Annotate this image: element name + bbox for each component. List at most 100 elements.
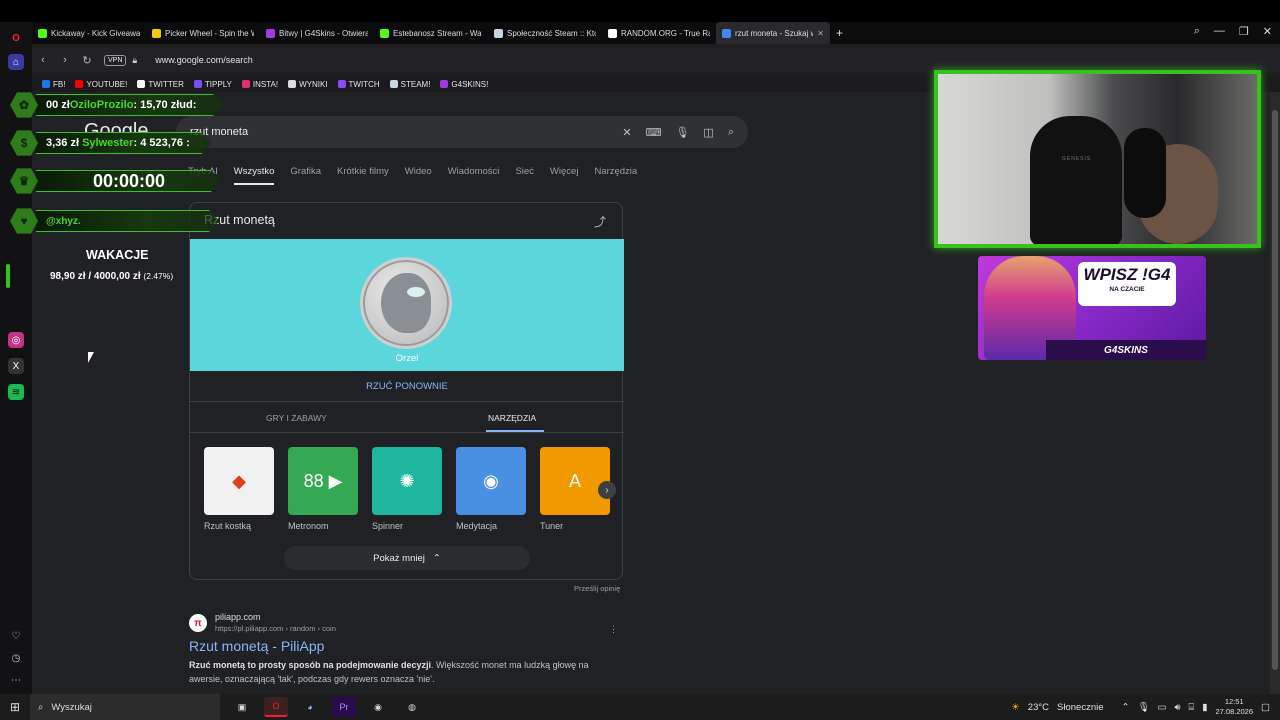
chair-brand: GENESIS xyxy=(1062,156,1092,162)
heart-icon[interactable]: ♡ xyxy=(8,628,24,644)
browser-tab[interactable]: RANDOM.ORG - True Ran xyxy=(602,22,716,44)
spinner-icon[interactable]: ✺ xyxy=(372,447,442,515)
new-tab-icon[interactable]: + xyxy=(836,26,843,40)
spotify-icon[interactable]: ≋ xyxy=(8,384,24,400)
notification-icon[interactable]: ▢ xyxy=(1261,702,1270,713)
microphone-icon[interactable]: 🎙︎ xyxy=(675,126,689,139)
tool-label[interactable]: Medytacja xyxy=(456,521,526,531)
coin-icon[interactable] xyxy=(360,257,452,349)
search-tab[interactable]: Narzędzia xyxy=(594,166,637,185)
network-icon[interactable]: ⌸ xyxy=(1189,702,1195,713)
instagram-icon[interactable]: ◎ xyxy=(8,332,24,348)
search-tab[interactable]: Sieć xyxy=(515,166,533,185)
show-less-button[interactable]: Pokaż mniej ⌃ xyxy=(284,546,530,570)
search-tab[interactable]: Więcej xyxy=(550,166,579,185)
clear-icon[interactable]: ✕ xyxy=(622,126,631,139)
chevron-up-icon[interactable]: ⌃ xyxy=(1122,702,1130,713)
feedback-link[interactable]: Prześlij opinię xyxy=(574,584,620,593)
meditation-icon[interactable]: ◉ xyxy=(456,447,526,515)
result-url[interactable]: https://pl.piliapp.com › random › coin xyxy=(215,624,336,633)
browser-tab[interactable]: Kickaway - Kick Giveaway xyxy=(32,22,146,44)
metronome-icon[interactable]: 88 ▶ xyxy=(288,447,358,515)
piliapp-favicon-icon[interactable]: π xyxy=(189,614,207,632)
battery-icon[interactable]: ▮ xyxy=(1202,702,1207,713)
search-input[interactable]: rzut moneta ✕ ⌨ 🎙︎ ◫ ⌕ xyxy=(176,116,748,148)
bookmark-item[interactable]: G4SKINS! xyxy=(440,80,488,89)
tab-games[interactable]: GRY I ZABAWY xyxy=(266,413,327,423)
usb-icon[interactable]: ▭ xyxy=(1158,702,1167,713)
search-tab[interactable]: Wiadomości xyxy=(448,166,500,185)
bookmark-item[interactable]: TWITCH xyxy=(337,80,380,89)
browser-tab[interactable]: rzut moneta - Szukaj w Go ✕ xyxy=(716,22,830,44)
x-twitter-icon[interactable]: X xyxy=(8,358,24,374)
back-icon[interactable]: ‹ xyxy=(32,54,54,66)
tool-item[interactable]: ◉ Medytacja xyxy=(456,447,526,531)
discord-icon[interactable]: ◕ xyxy=(298,697,322,717)
steam-icon[interactable]: ◉ xyxy=(366,697,390,717)
restore-icon[interactable]: ❐ xyxy=(1239,25,1249,38)
search-icon[interactable]: ⌕ xyxy=(728,126,734,139)
bookmark-item[interactable]: TIPPLY xyxy=(193,80,232,89)
history-icon[interactable]: ◷ xyxy=(8,650,24,666)
tuner-icon[interactable]: A xyxy=(540,447,610,515)
more-icon[interactable]: ⋯ xyxy=(8,672,24,688)
rethrow-button[interactable]: RZUĆ PONOWNIE xyxy=(190,381,624,392)
volume-icon[interactable]: 🔊︎ xyxy=(1175,702,1181,713)
bookmark-label: WYNIKI xyxy=(299,79,328,89)
lens-icon[interactable]: ◫ xyxy=(703,126,713,139)
search-tab[interactable]: Wszystko xyxy=(233,166,275,185)
tab-tools[interactable]: NARZĘDZIA xyxy=(488,413,536,423)
reload-icon[interactable]: ↻ xyxy=(76,54,98,67)
clock[interactable]: 12:51 27.08.2026 xyxy=(1215,697,1253,717)
lock-icon[interactable]: 🔒︎ xyxy=(132,55,137,66)
premiere-icon[interactable]: Pr xyxy=(332,697,356,717)
bookmark-item[interactable]: FB! xyxy=(42,80,65,89)
opera-logo-icon[interactable]: O xyxy=(8,30,24,46)
vpn-badge[interactable]: VPN xyxy=(104,54,127,66)
forward-icon[interactable]: › xyxy=(54,54,76,66)
weather-desc[interactable]: Słonecznie xyxy=(1057,702,1103,713)
search-tab[interactable]: Wideo xyxy=(405,166,432,185)
task-view-icon[interactable]: ▣ xyxy=(230,697,254,717)
bookmark-item[interactable]: STEAM! xyxy=(389,80,430,89)
result-site[interactable]: piliapp.com xyxy=(215,612,261,622)
windows-start-icon[interactable]: ⊞ xyxy=(0,700,30,714)
weather-temp[interactable]: 23°C xyxy=(1028,702,1049,713)
keyboard-icon[interactable]: ⌨ xyxy=(646,126,662,139)
tool-item[interactable]: 88 ▶ Metronom xyxy=(288,447,358,531)
coin-panel[interactable]: Orzeł xyxy=(190,239,624,371)
result-title[interactable]: Rzut monetą - PiliApp xyxy=(189,638,324,654)
browser-tab[interactable]: Estebanosz Stream - Watc xyxy=(374,22,488,44)
bookmark-item[interactable]: WYNIKI xyxy=(288,79,328,89)
taskbar-search[interactable]: ⌕ Wyszukaj xyxy=(30,694,220,720)
browser-tab[interactable]: Bitwy | G4Skins - Otwieraj xyxy=(260,22,374,44)
search-tabs-icon[interactable]: ⌕ xyxy=(1194,25,1200,38)
tool-label[interactable]: Rzut kostką xyxy=(204,521,274,531)
opera-taskbar-icon[interactable]: O xyxy=(264,697,288,717)
microphone-icon[interactable]: 🎙︎ xyxy=(1137,702,1149,713)
close-window-icon[interactable]: ✕ xyxy=(1263,25,1272,38)
tool-item[interactable]: ◆ Rzut kostką xyxy=(204,447,274,531)
dice-icon[interactable]: ◆ xyxy=(204,447,274,515)
scrollbar-thumb[interactable] xyxy=(1272,110,1278,670)
bookmark-item[interactable]: TWITTER xyxy=(137,80,184,89)
browser-tab[interactable]: Społeczność Steam :: Kto : xyxy=(488,22,602,44)
result-menu-icon[interactable]: ⋮ xyxy=(609,624,618,635)
url-field[interactable]: www.google.com/search xyxy=(155,55,253,65)
tool-label[interactable]: Spinner xyxy=(372,521,442,531)
tool-item[interactable]: ✺ Spinner xyxy=(372,447,442,531)
search-tab[interactable]: Grafika xyxy=(290,166,321,185)
obs-icon[interactable]: ◍ xyxy=(400,697,424,717)
weather-icon[interactable]: ☀ xyxy=(1011,702,1020,713)
close-tab-icon[interactable]: ✕ xyxy=(817,29,824,38)
tool-label[interactable]: Metronom xyxy=(288,521,358,531)
search-tab[interactable]: Krótkie filmy xyxy=(337,166,389,185)
share-icon[interactable]: ⤴ xyxy=(594,213,606,230)
minimize-icon[interactable]: — xyxy=(1214,25,1225,38)
chevron-right-icon[interactable]: › xyxy=(598,481,616,499)
bookmark-item[interactable]: YOUTUBE! xyxy=(75,80,127,89)
bookmark-item[interactable]: INSTA! xyxy=(241,80,278,89)
browser-tab[interactable]: Picker Wheel - Spin the W xyxy=(146,22,260,44)
home-icon[interactable]: ⌂ xyxy=(8,54,24,70)
tool-label[interactable]: Tuner xyxy=(540,521,610,531)
